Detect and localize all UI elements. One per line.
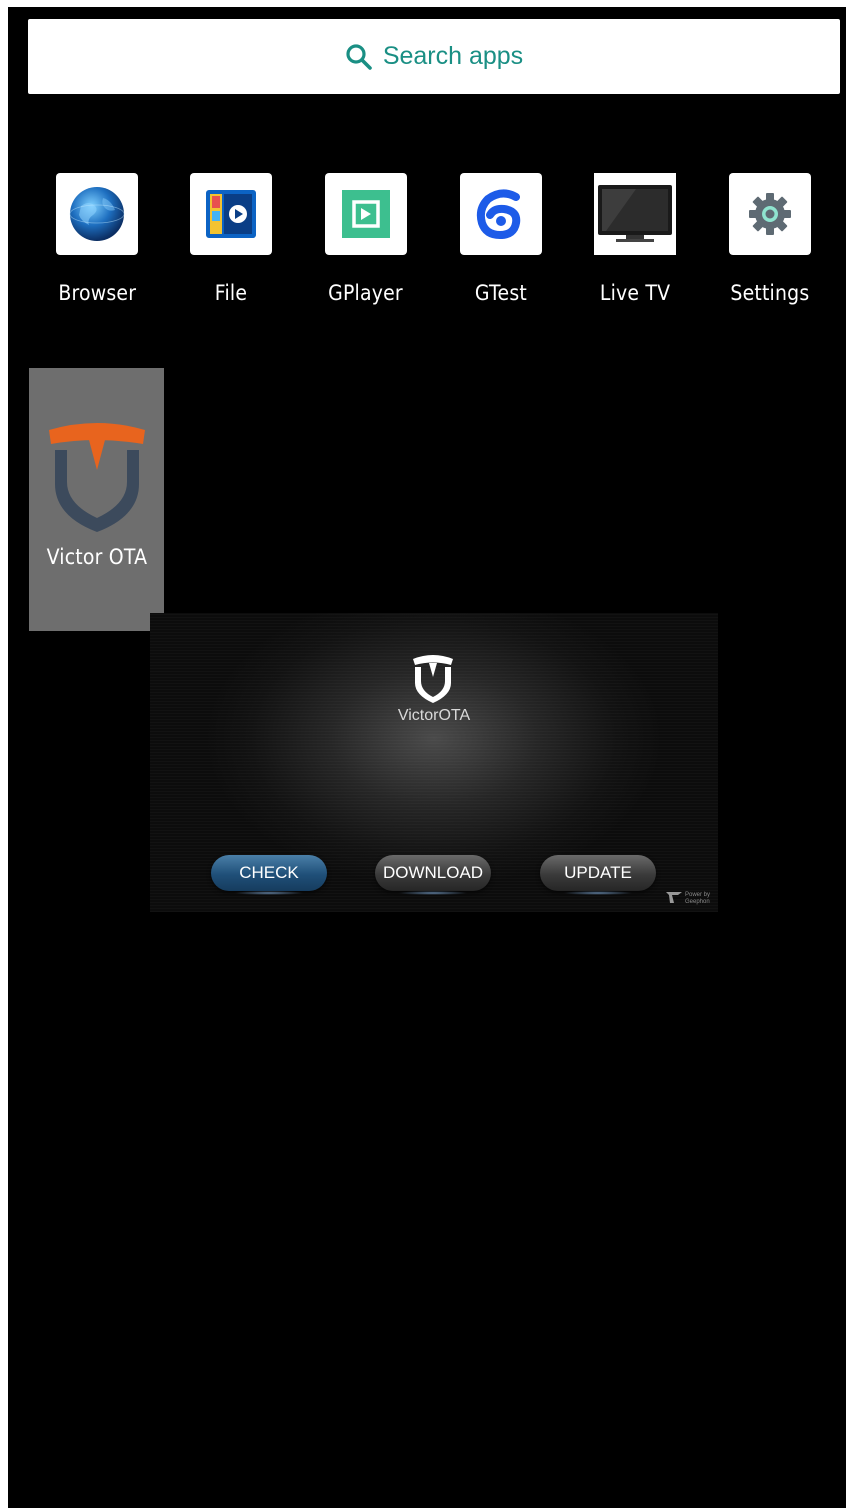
preview-title: VictorOTA [397, 707, 471, 724]
app-settings[interactable]: Settings [705, 173, 835, 318]
app-label: Victor OTA [46, 545, 147, 569]
app-file[interactable]: File [166, 173, 296, 318]
search-bar[interactable]: Search apps [28, 19, 840, 94]
search-icon [345, 43, 373, 71]
app-gplayer[interactable]: GPlayer [301, 173, 431, 318]
video-file-icon [190, 173, 272, 255]
update-button[interactable]: UPDATE [540, 855, 656, 895]
app-label: File [214, 281, 248, 305]
app-label: GTest [474, 281, 528, 305]
geephon-logo-icon [665, 891, 682, 906]
check-button[interactable]: CHECK [211, 855, 327, 895]
victor-ota-shield-icon [45, 420, 149, 537]
app-label: GPlayer [328, 281, 404, 305]
powered-by-badge: Power by Geephon [665, 891, 710, 906]
gear-icon [729, 173, 811, 255]
app-gtest[interactable]: GTest [436, 173, 566, 318]
launcher-screen: Search apps Browser File GPlayer GTest L… [8, 7, 846, 1508]
app-victor-ota[interactable]: Victor OTA [29, 368, 164, 631]
app-label: Browser [58, 281, 136, 305]
app-label: Live TV [599, 281, 671, 305]
app-label: Settings [730, 281, 810, 305]
powered-by-line2: Geephon [684, 898, 710, 905]
download-button[interactable]: DOWNLOAD [375, 855, 491, 895]
app-live-tv[interactable]: Live TV [570, 173, 700, 318]
app-browser[interactable]: Browser [32, 173, 162, 318]
powered-by-line1: Power by [684, 891, 710, 898]
victor-ota-preview[interactable]: VictorOTA CHECK DOWNLOAD UPDATE Power by… [150, 613, 718, 912]
gplayer-icon [325, 173, 407, 255]
globe-icon [56, 173, 138, 255]
victor-ota-logo-icon [411, 653, 455, 703]
search-label: Search apps [382, 42, 524, 70]
gtest-icon [460, 173, 542, 255]
tv-icon [594, 173, 676, 255]
